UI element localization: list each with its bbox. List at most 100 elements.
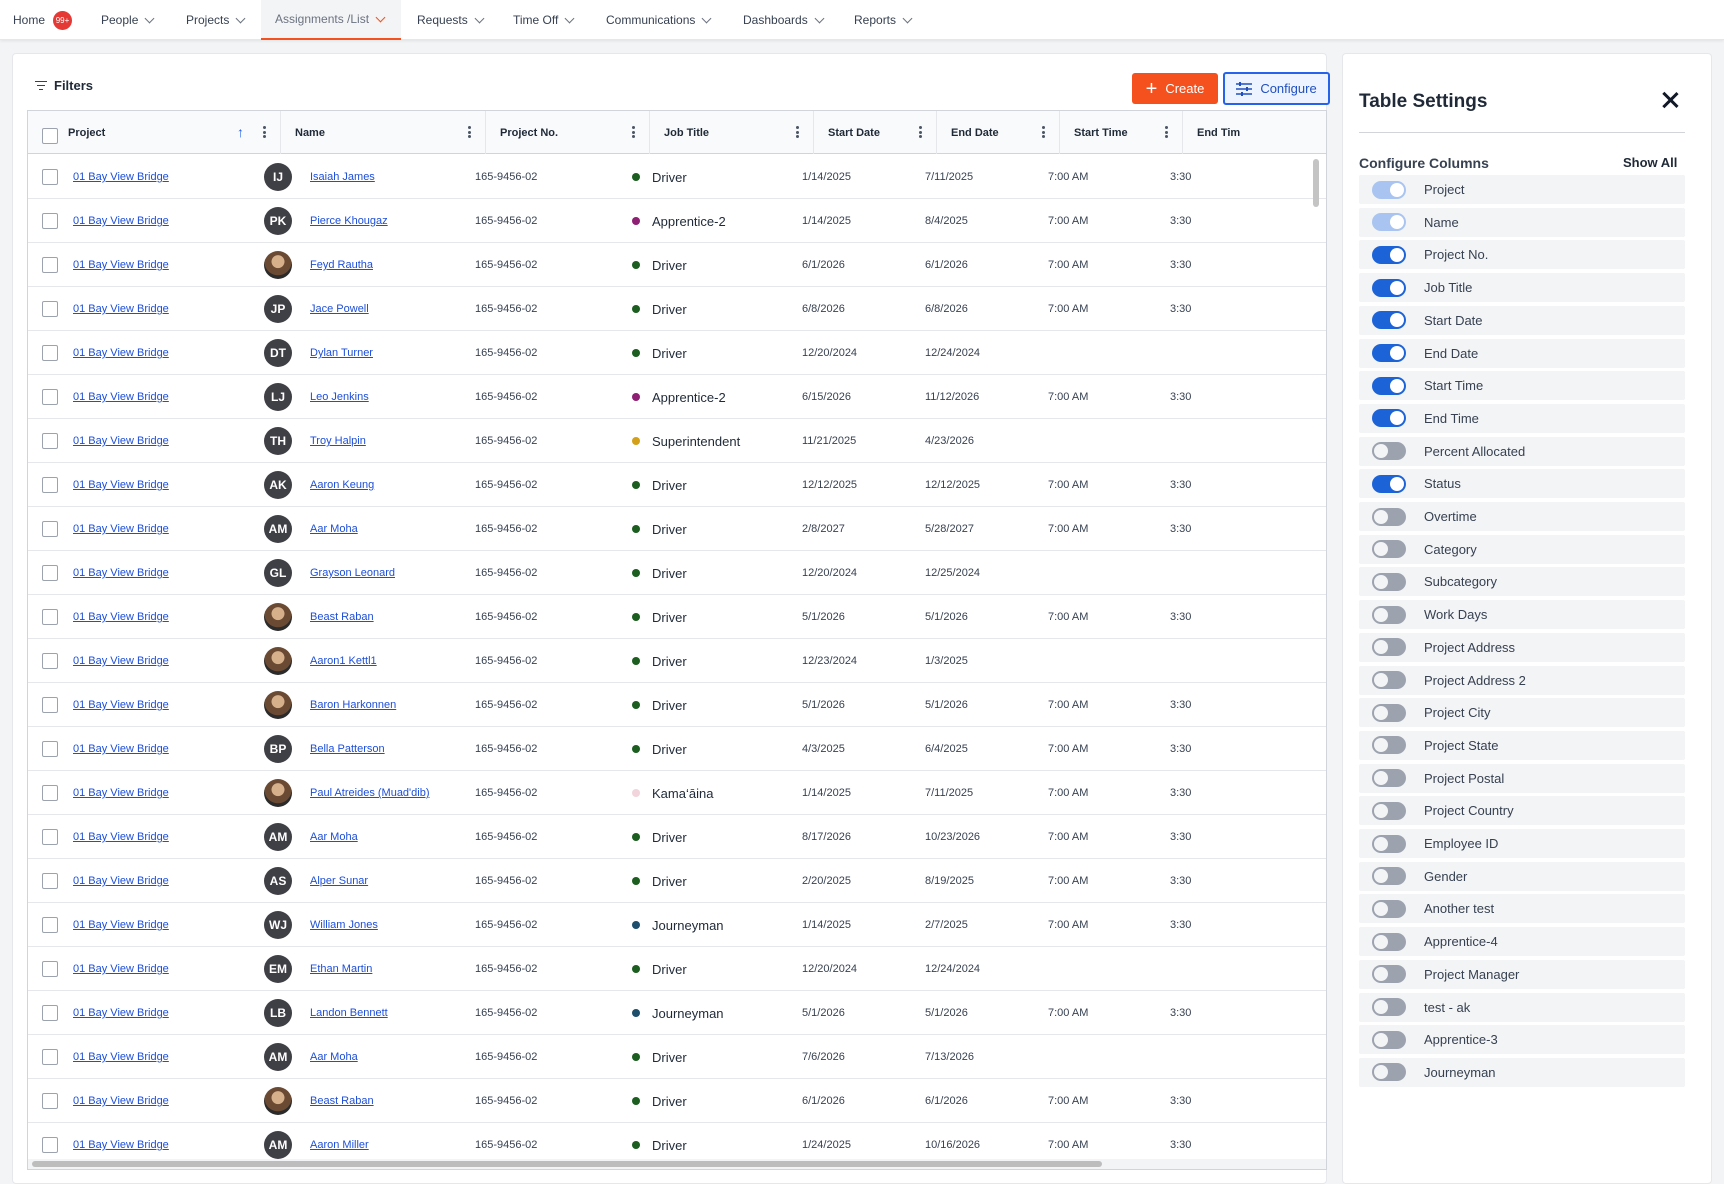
row-checkbox[interactable] <box>42 653 58 669</box>
row-checkbox[interactable] <box>42 1137 58 1153</box>
nav-requests[interactable]: Requests <box>413 0 487 40</box>
person-link[interactable]: Landon Bennett <box>310 1007 388 1019</box>
table-row[interactable]: 01 Bay View Bridge IJ Isaiah James 165-9456… <box>28 155 1326 199</box>
project-link[interactable]: 01 Bay View Bridge <box>73 215 169 227</box>
person-link[interactable]: Isaiah James <box>310 171 375 183</box>
nav-reports[interactable]: Reports <box>850 0 915 40</box>
table-row[interactable]: 01 Bay View Bridge Baron Harkonnen 165-945… <box>28 683 1326 727</box>
table-row[interactable]: 01 Bay View Bridge Beast Raban 165-9456-02… <box>28 1079 1326 1123</box>
toggle-switch[interactable] <box>1372 867 1406 886</box>
project-link[interactable]: 01 Bay View Bridge <box>73 523 169 535</box>
table-row[interactable]: 01 Bay View Bridge WJ William Jones 165-945… <box>28 903 1326 947</box>
toggle-switch[interactable] <box>1372 932 1406 951</box>
row-checkbox[interactable] <box>42 741 58 757</box>
toggle-switch[interactable] <box>1372 605 1406 624</box>
person-link[interactable]: Aar Moha <box>310 1051 358 1063</box>
column-header-project-no[interactable]: Project No. <box>486 111 650 154</box>
column-header-name[interactable]: Name <box>281 111 486 154</box>
person-link[interactable]: Baron Harkonnen <box>310 699 396 711</box>
filters-button[interactable]: Filters <box>35 78 93 93</box>
person-link[interactable]: Beast Raban <box>310 1095 374 1107</box>
person-link[interactable]: Alper Sunar <box>310 875 368 887</box>
toggle-switch[interactable] <box>1372 638 1406 657</box>
project-link[interactable]: 01 Bay View Bridge <box>73 1007 169 1019</box>
column-menu-icon[interactable] <box>796 126 799 138</box>
table-row[interactable]: 01 Bay View Bridge PK Pierce Khougaz 165-94… <box>28 199 1326 243</box>
toggle-switch[interactable] <box>1372 344 1406 362</box>
toggle-switch[interactable] <box>1372 442 1406 461</box>
row-checkbox[interactable] <box>42 609 58 625</box>
person-link[interactable]: Aar Moha <box>310 523 358 535</box>
toggle-switch[interactable] <box>1372 899 1406 918</box>
row-checkbox[interactable] <box>42 169 58 185</box>
column-header-project[interactable]: Project ↑ <box>28 111 281 154</box>
table-row[interactable]: 01 Bay View Bridge LB Landon Bennett 165-94… <box>28 991 1326 1035</box>
project-link[interactable]: 01 Bay View Bridge <box>73 435 169 447</box>
toggle-switch[interactable] <box>1372 769 1406 788</box>
toggle-switch[interactable] <box>1372 1030 1406 1049</box>
nav-people[interactable]: People <box>97 0 157 40</box>
project-link[interactable]: 01 Bay View Bridge <box>73 479 169 491</box>
toggle-switch[interactable] <box>1372 540 1406 559</box>
table-row[interactable]: 01 Bay View Bridge LJ Leo Jenkins 165-9456-… <box>28 375 1326 419</box>
project-link[interactable]: 01 Bay View Bridge <box>73 919 169 931</box>
column-header-end-time[interactable]: End Tim <box>1183 111 1326 154</box>
row-checkbox[interactable] <box>42 697 58 713</box>
row-checkbox[interactable] <box>42 301 58 317</box>
column-menu-icon[interactable] <box>1165 126 1168 138</box>
table-row[interactable]: 01 Bay View Bridge TH Troy Halpin 165-9456-… <box>28 419 1326 463</box>
create-button[interactable]: + Create <box>1132 73 1218 104</box>
nav-assignments[interactable]: Assignments /List <box>261 0 401 40</box>
person-link[interactable]: Jace Powell <box>310 303 369 315</box>
person-link[interactable]: Aaron Keung <box>310 479 374 491</box>
project-link[interactable]: 01 Bay View Bridge <box>73 1051 169 1063</box>
project-link[interactable]: 01 Bay View Bridge <box>73 875 169 887</box>
table-row[interactable]: 01 Bay View Bridge AM Aar Moha 165-9456-02 D… <box>28 815 1326 859</box>
table-row[interactable]: 01 Bay View Bridge DT Dylan Turner 165-9456… <box>28 331 1326 375</box>
person-link[interactable]: Pierce Khougaz <box>310 215 388 227</box>
nav-projects[interactable]: Projects <box>182 0 248 40</box>
table-row[interactable]: 01 Bay View Bridge Beast Raban 165-9456-02… <box>28 595 1326 639</box>
toggle-switch[interactable] <box>1372 965 1406 984</box>
toggle-switch[interactable] <box>1372 409 1406 428</box>
row-checkbox[interactable] <box>42 257 58 273</box>
row-checkbox[interactable] <box>42 1093 58 1109</box>
toggle-switch[interactable] <box>1372 834 1406 853</box>
horizontal-scrollbar[interactable] <box>32 1161 1102 1167</box>
toggle-switch[interactable] <box>1372 1063 1406 1082</box>
person-link[interactable]: Aar Moha <box>310 831 358 843</box>
table-row[interactable]: 01 Bay View Bridge EM Ethan Martin 165-9456… <box>28 947 1326 991</box>
vertical-scrollbar[interactable] <box>1313 159 1319 207</box>
row-checkbox[interactable] <box>42 1049 58 1065</box>
project-link[interactable]: 01 Bay View Bridge <box>73 1139 169 1151</box>
toggle-switch[interactable] <box>1372 245 1406 264</box>
person-link[interactable]: Aaron Miller <box>310 1139 369 1151</box>
table-row[interactable]: 01 Bay View Bridge AM Aar Moha 165-9456-02 D… <box>28 507 1326 551</box>
toggle-switch[interactable] <box>1372 278 1406 297</box>
person-link[interactable]: Leo Jenkins <box>310 391 369 403</box>
toggle-switch[interactable] <box>1372 998 1406 1016</box>
person-link[interactable]: Aaron1 Kettl1 <box>310 655 377 667</box>
toggle-switch[interactable] <box>1372 474 1406 493</box>
configure-button[interactable]: Configure <box>1223 72 1330 105</box>
row-checkbox[interactable] <box>42 389 58 405</box>
person-link[interactable]: Troy Halpin <box>310 435 366 447</box>
project-link[interactable]: 01 Bay View Bridge <box>73 303 169 315</box>
row-checkbox[interactable] <box>42 433 58 449</box>
project-link[interactable]: 01 Bay View Bridge <box>73 1095 169 1107</box>
table-row[interactable]: 01 Bay View Bridge AM Aar Moha 165-9456-02 D… <box>28 1035 1326 1079</box>
person-link[interactable]: Paul Atreides (Muad'dib) <box>310 787 430 799</box>
toggle-switch[interactable] <box>1372 507 1406 526</box>
row-checkbox[interactable] <box>42 565 58 581</box>
column-menu-icon[interactable] <box>632 126 635 138</box>
person-link[interactable]: Beast Raban <box>310 611 374 623</box>
project-link[interactable]: 01 Bay View Bridge <box>73 611 169 623</box>
column-menu-icon[interactable] <box>468 126 471 138</box>
row-checkbox[interactable] <box>42 829 58 845</box>
sort-ascending-icon[interactable]: ↑ <box>237 124 244 140</box>
person-link[interactable]: Bella Patterson <box>310 743 385 755</box>
column-header-job-title[interactable]: Job Title <box>650 111 814 154</box>
toggle-switch[interactable] <box>1372 703 1406 722</box>
project-link[interactable]: 01 Bay View Bridge <box>73 831 169 843</box>
person-link[interactable]: Feyd Rautha <box>310 259 373 271</box>
